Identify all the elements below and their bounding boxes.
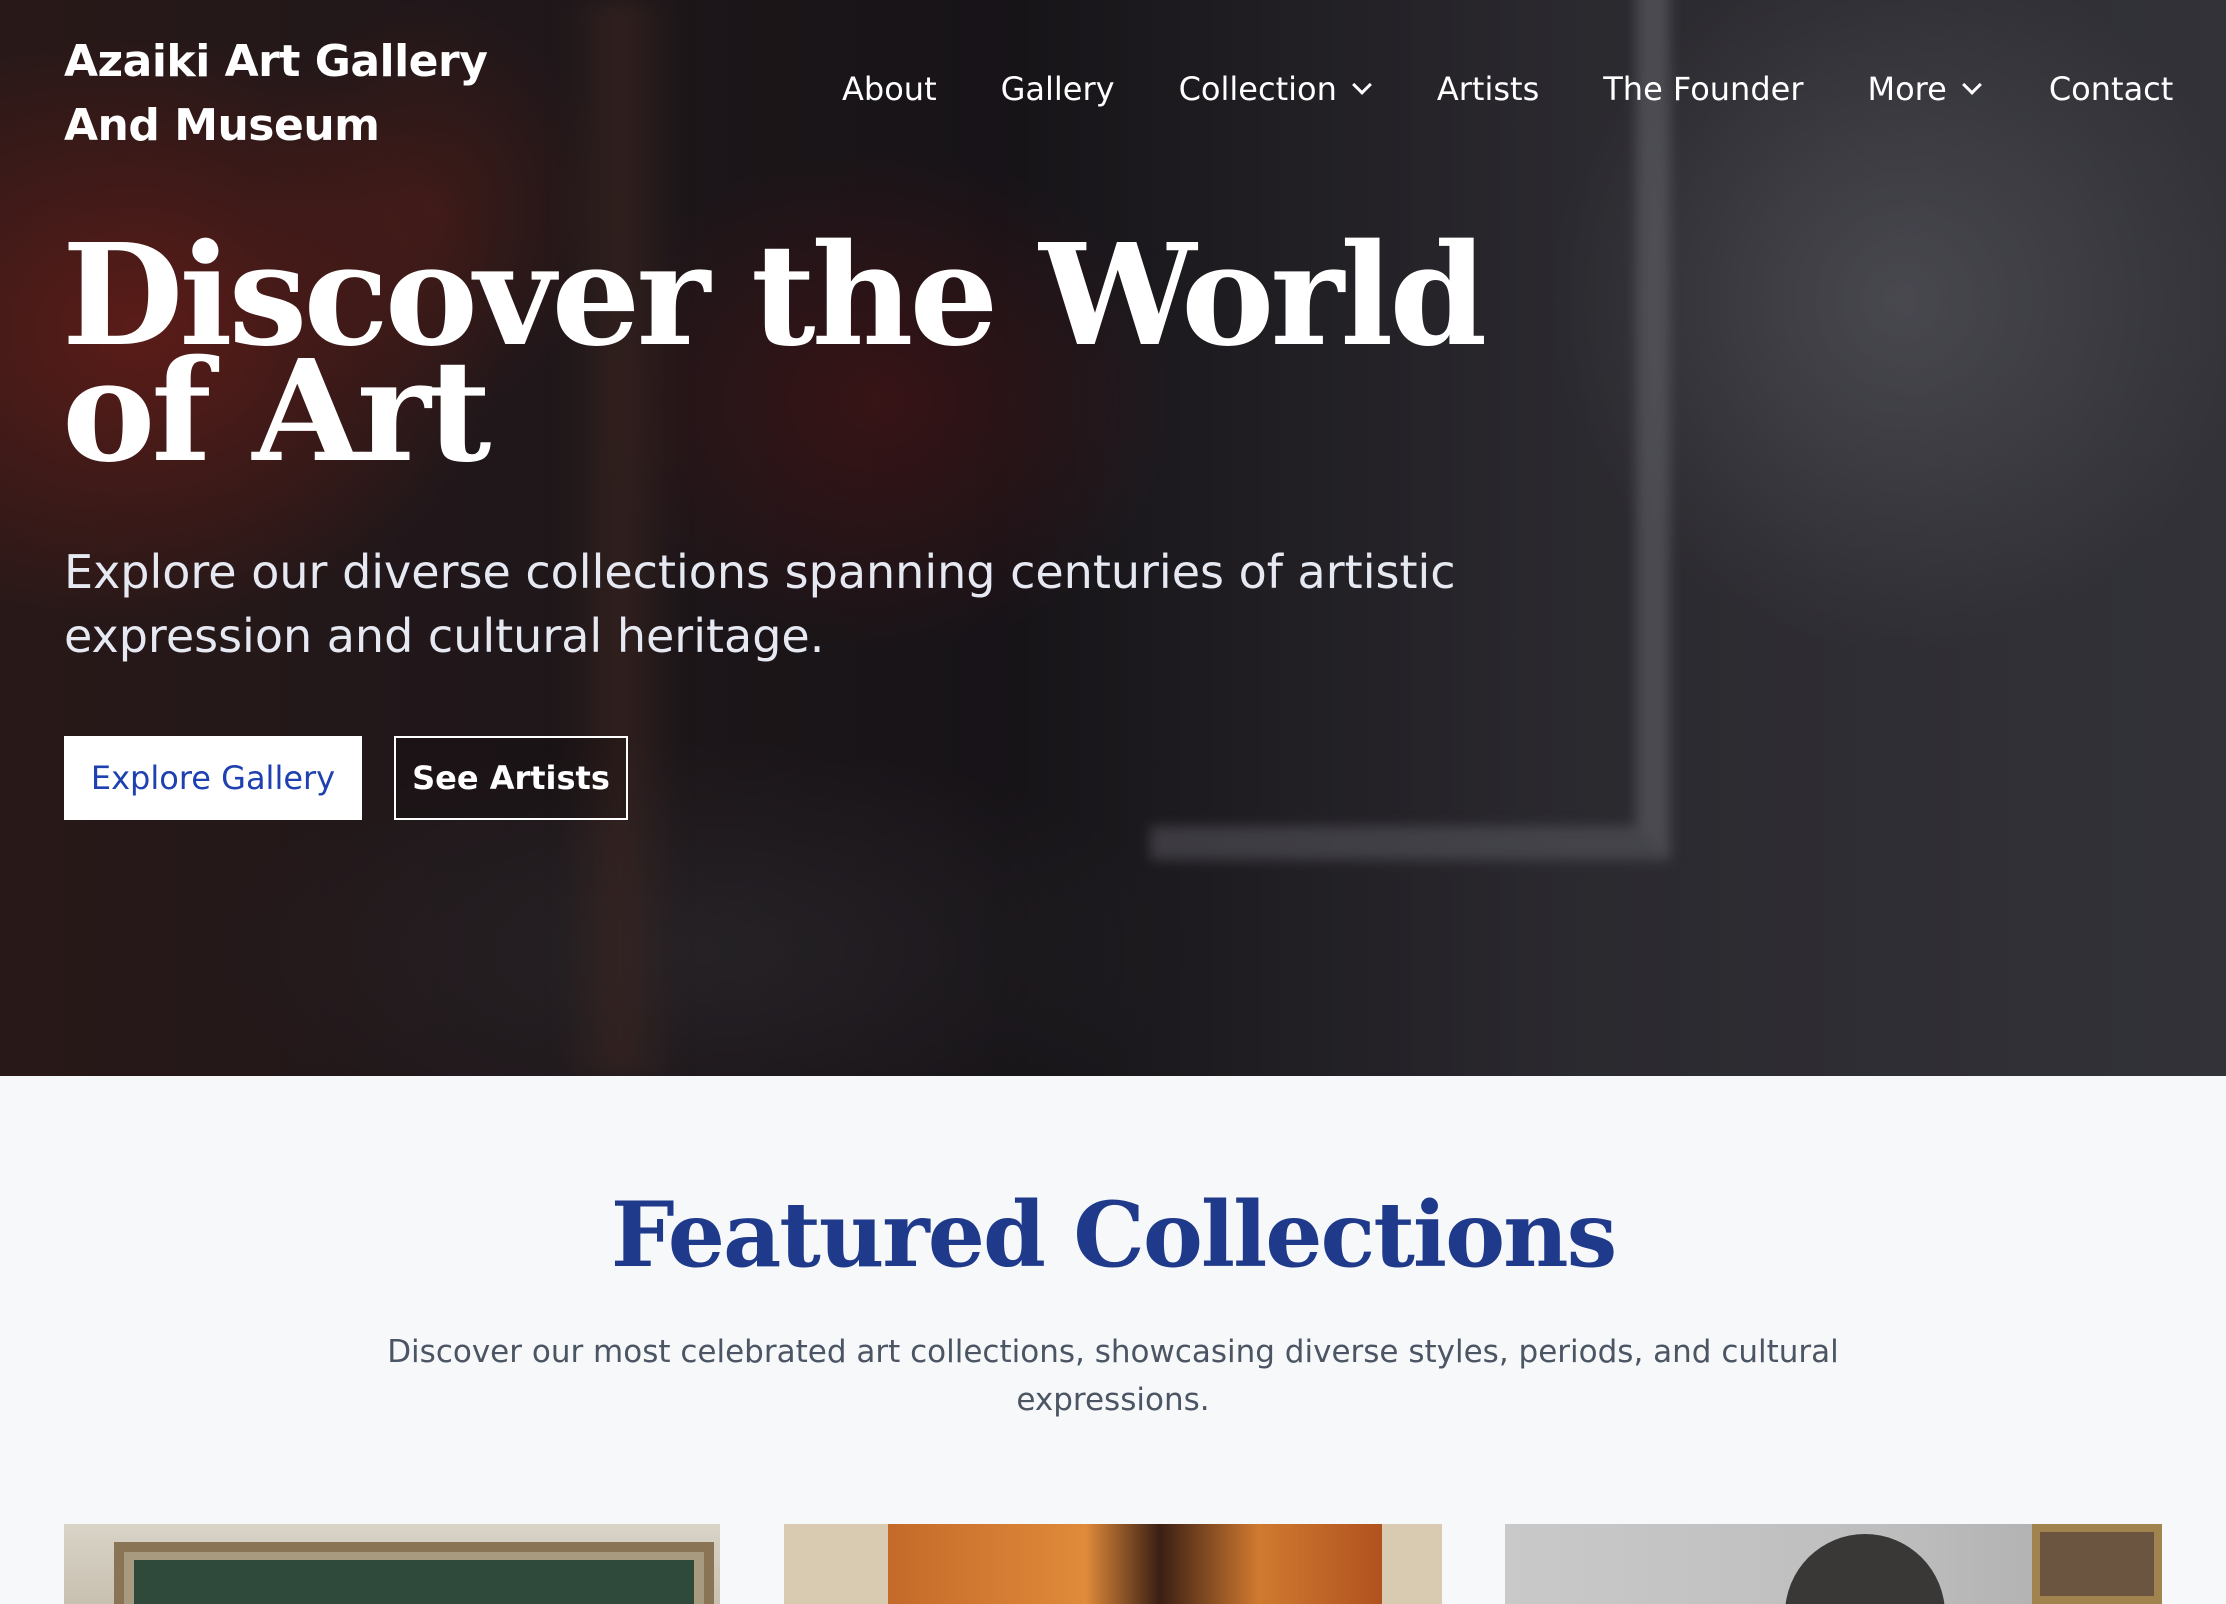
nav-contact-link[interactable]: Contact: [2049, 70, 2174, 108]
portrait-painting-image: [888, 1524, 1382, 1604]
sculpture-image: [1785, 1534, 1945, 1604]
featured-collections-description: Discover our most celebrated art collect…: [387, 1334, 1839, 1418]
nav-more-dropdown[interactable]: More: [1867, 70, 1982, 108]
featured-collections-section: Featured Collections Discover our most c…: [0, 1076, 2226, 1604]
nav-about-link[interactable]: About: [842, 70, 937, 108]
chevron-down-icon: [1961, 75, 1982, 95]
main-nav: About Gallery Collection Artists The Fou…: [842, 70, 2173, 108]
nav-gallery-link[interactable]: Gallery: [1001, 70, 1115, 108]
framed-picture-image: [2032, 1524, 2162, 1604]
collection-card-3-image[interactable]: [1505, 1524, 2162, 1604]
collection-card-2-image[interactable]: [784, 1524, 1442, 1604]
hero-title: Discover the World of Art: [62, 226, 1562, 482]
nav-collection-label: Collection: [1178, 70, 1337, 108]
collection-card-1-image[interactable]: [64, 1524, 720, 1604]
painting-canvas-image: [134, 1560, 694, 1604]
brand-line-2: And Museum: [64, 100, 380, 151]
hero-subtitle: Explore our diverse collections spanning…: [64, 545, 1456, 663]
nav-founder-link[interactable]: The Founder: [1603, 70, 1803, 108]
featured-collections-title: Featured Collections: [610, 1182, 1618, 1288]
explore-gallery-button[interactable]: Explore Gallery: [64, 736, 362, 820]
nav-collection-dropdown[interactable]: Collection: [1178, 70, 1372, 108]
site-logo[interactable]: Azaiki Art Gallery And Museum: [64, 30, 534, 158]
brand-line-1: Azaiki Art Gallery: [64, 36, 488, 87]
top-navbar: Azaiki Art Gallery And Museum About Gall…: [0, 0, 2226, 190]
nav-more-label: More: [1867, 70, 1947, 108]
nav-artists-link[interactable]: Artists: [1437, 70, 1539, 108]
hero-section: Azaiki Art Gallery And Museum About Gall…: [0, 0, 2226, 1076]
chevron-down-icon: [1351, 75, 1372, 95]
see-artists-button[interactable]: See Artists: [394, 736, 628, 820]
